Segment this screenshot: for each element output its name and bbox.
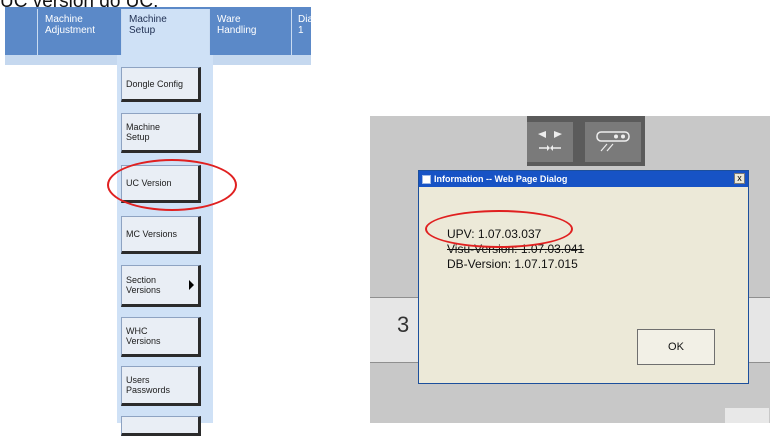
uc-version-button[interactable]: UC Version [121, 165, 201, 203]
tab-label: Machine Setup [129, 14, 167, 36]
close-button[interactable]: x [734, 173, 745, 184]
dialog-title: Information -- Web Page Dialog [434, 174, 568, 184]
tab-diag-1[interactable]: Diag 1 [291, 9, 311, 57]
tab-ware-handling[interactable]: Ware Handling [209, 9, 291, 57]
tab-label: Diag 1 [298, 14, 311, 36]
top-icon-strip [527, 116, 645, 166]
dialog-window-icon [422, 174, 431, 184]
mc-versions-button[interactable]: MC Versions [121, 216, 201, 254]
arrows-icon[interactable] [527, 122, 573, 162]
menu-item-label: MC Versions [126, 229, 178, 239]
menu-item-label: Users Passwords [126, 375, 171, 395]
menu-item-label: WHC Versions [126, 326, 161, 346]
next-menu-button[interactable] [121, 416, 201, 436]
bottom-right-control[interactable] [725, 408, 769, 423]
conveyor-icon[interactable] [585, 122, 641, 162]
menu-item-label: Dongle Config [126, 78, 184, 89]
menu-item-label: Section Versions [126, 275, 161, 295]
menu-item-label: UC Version [126, 178, 172, 188]
machine-setup-dropdown: Dongle Config Machine Setup UC Version M… [117, 55, 213, 436]
section-versions-button[interactable]: Section Versions [121, 265, 201, 307]
visu-version-text: Visu-Version: 1.07.03.041 [447, 242, 585, 256]
users-passwords-button[interactable]: Users Passwords [121, 366, 201, 406]
db-version-text: DB-Version: 1.07.17.015 [447, 257, 578, 271]
upv-version-text: UPV: 1.07.03.037 [447, 227, 542, 241]
tab-machine-adjustment[interactable]: Machine Adjustment [37, 9, 121, 57]
information-dialog: Information -- Web Page Dialog x UPV: 1.… [418, 170, 749, 384]
section-number-left: 3 [397, 312, 410, 337]
arrows-icon-svg [538, 131, 562, 151]
machine-setup-button[interactable]: Machine Setup [121, 113, 201, 153]
dialog-title-bar[interactable]: Information -- Web Page Dialog x [419, 171, 748, 187]
ok-button[interactable]: OK [637, 329, 715, 365]
tab-label: Machine Adjustment [45, 14, 96, 36]
dongle-config-button[interactable]: Dongle Config [121, 67, 201, 102]
submenu-arrow-icon [189, 280, 194, 290]
whc-versions-button[interactable]: WHC Versions [121, 317, 201, 357]
tab-label: Ware Handling [217, 14, 257, 36]
menu-item-label: Machine Setup [126, 122, 161, 142]
section-box-left[interactable]: 3 [370, 297, 420, 363]
top-menu-bar: Machine Adjustment Machine Setup Ware Ha… [5, 7, 311, 61]
conveyor-icon-svg [596, 131, 630, 152]
tab-machine-setup[interactable]: Machine Setup [121, 9, 209, 57]
